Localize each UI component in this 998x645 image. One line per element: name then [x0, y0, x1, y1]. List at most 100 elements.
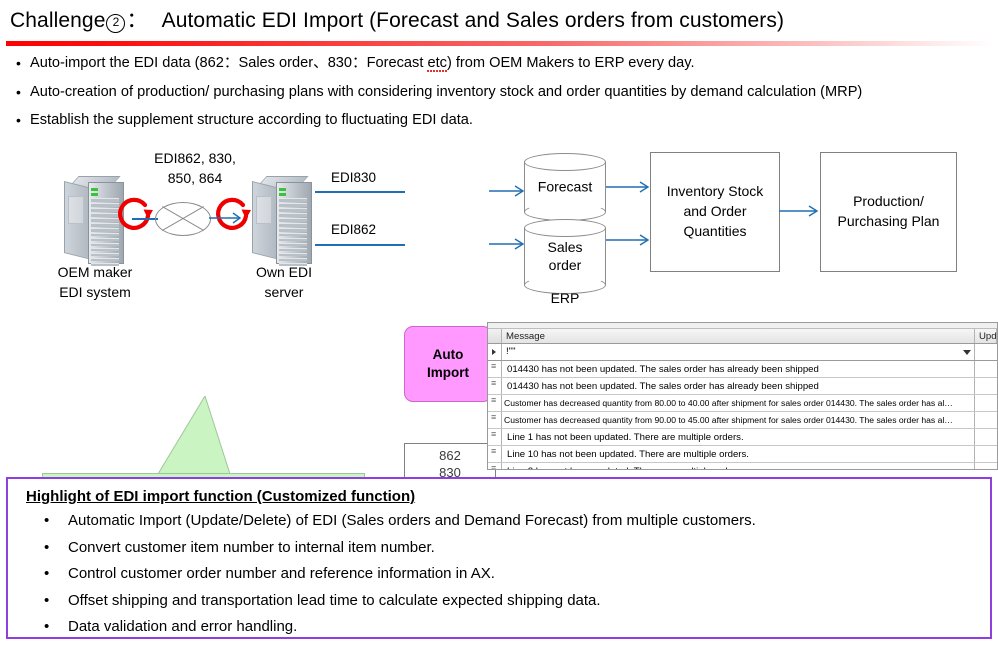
inventory-box-line2: and Order — [683, 203, 747, 220]
list-item: • Automatic Import (Update/Delete) of ED… — [36, 512, 976, 530]
flow-line-edi830 — [315, 191, 405, 193]
grid-filter-input[interactable]: !"" — [502, 344, 975, 360]
highlight-list: • Automatic Import (Update/Delete) of ED… — [36, 512, 976, 645]
forecast-label: Forecast — [537, 178, 593, 195]
production-purchasing-plan-box[interactable]: Production/ Purchasing Plan — [820, 152, 957, 272]
grid-header-selector[interactable] — [488, 329, 502, 343]
sync-loop-icon-left — [118, 197, 153, 230]
table-row[interactable]: ≡ Customer has decreased quantity from 8… — [488, 395, 997, 412]
auto-import-line2: Import — [427, 365, 469, 380]
oem-server-label-line2: EDI system — [59, 284, 131, 301]
transport-label-line1: EDI862, 830, — [154, 150, 236, 166]
table-row[interactable]: ≡ Line 1 has not been updated. There are… — [488, 429, 997, 446]
auto-import-line1: Auto — [432, 346, 464, 362]
highlight-item-text: Automatic Import (Update/Delete) of EDI … — [68, 512, 756, 529]
plan-box-line2: Purchasing Plan — [837, 213, 940, 229]
title-main: Automatic EDI Import (Forecast and Sales… — [161, 9, 785, 32]
row-upd — [975, 395, 997, 411]
list-item: • Control customer order number and refe… — [36, 565, 976, 583]
edi862-label: EDI862 — [331, 222, 377, 237]
bullet-text: Establish the supplement structure accor… — [30, 112, 473, 129]
table-row[interactable]: ≡ Line 2 has not been updated. There are… — [488, 463, 997, 469]
own-server-label-line1: Own EDI — [255, 264, 312, 280]
bullet-dot-icon: • — [44, 565, 50, 582]
grid-header-message[interactable]: Message — [502, 329, 975, 343]
table-row[interactable]: ≡ 014430 has not been updated. The sales… — [488, 378, 997, 395]
highlight-item-text: Offset shipping and transportation lead … — [68, 591, 601, 609]
inventory-box-line1: Inventory Stock — [666, 183, 764, 200]
erp-label: ERP — [550, 290, 580, 306]
row-message: Customer has decreased quantity from 80.… — [502, 395, 975, 411]
transport-label: EDI862, 830, 850, 864 — [130, 148, 260, 189]
row-marker-icon[interactable]: ≡ — [488, 378, 502, 394]
row-upd — [975, 463, 997, 469]
grid-filter-row[interactable]: !"" — [488, 344, 997, 361]
grid-header-row: Message Upd — [488, 329, 997, 344]
list-item: • Establish the supplement structure acc… — [10, 111, 990, 129]
own-server-label-line2: server — [264, 284, 304, 301]
sales-order-database-icon: Sales order — [524, 219, 606, 294]
callout-tail-shape — [157, 396, 230, 474]
row-message: Line 10 has not been updated. There are … — [502, 446, 975, 462]
list-item: • Auto-creation of production/ purchasin… — [10, 83, 990, 101]
row-message: Customer has decreased quantity from 90.… — [502, 412, 975, 428]
highlight-title: Highlight of EDI import function (Custom… — [26, 488, 416, 505]
row-message: 014430 has not been updated. The sales o… — [502, 361, 975, 377]
bullet-dot-icon: • — [44, 591, 50, 609]
list-item: • Offset shipping and transportation lea… — [36, 592, 976, 610]
flow-arrow-salesorder-to-inventory — [606, 234, 650, 246]
row-message: 014430 has not been updated. The sales o… — [502, 378, 975, 394]
list-item[interactable]: 862 — [405, 448, 495, 465]
table-row[interactable]: ≡ 014430 has not been updated. The sales… — [488, 361, 997, 378]
highlight-item-text: Convert customer item number to internal… — [68, 538, 435, 556]
oem-server-label: OEM maker EDI system — [35, 262, 155, 303]
sales-order-line2: order — [548, 257, 582, 274]
grid-filter-row-marker — [488, 344, 502, 360]
own-edi-server-icon — [252, 176, 314, 267]
highlight-item-text: Control customer order number and refere… — [68, 565, 495, 582]
row-marker-icon[interactable]: ≡ — [488, 412, 502, 428]
caret-right-icon — [492, 349, 496, 355]
bullet-text: Auto-creation of production/ purchasing … — [30, 83, 863, 100]
list-item: • Data validation and error handling. — [36, 618, 976, 636]
bullet-text-pre: Auto-import the EDI data (862：Sales orde… — [30, 55, 428, 71]
edi-code-selected[interactable]: 862 — [439, 448, 461, 463]
row-upd — [975, 361, 997, 377]
row-marker-icon[interactable]: ≡ — [488, 446, 502, 462]
list-item: • Convert customer item number to intern… — [36, 539, 976, 557]
chevron-down-icon[interactable] — [963, 350, 971, 355]
flow-arrow-forecast-to-inventory — [606, 181, 650, 193]
bullet-dot-icon: • — [44, 538, 50, 556]
row-marker-icon[interactable]: ≡ — [488, 395, 502, 411]
row-marker-icon[interactable]: ≡ — [488, 463, 502, 469]
table-row[interactable]: ≡ Customer has decreased quantity from 9… — [488, 412, 997, 429]
title-underline-rule — [6, 41, 992, 46]
list-item: • Auto-import the EDI data (862：Sales or… — [10, 54, 990, 72]
grid-header-upd[interactable]: Upd — [975, 329, 997, 343]
bullet-text-post: ) from OEM Makers to ERP every day. — [446, 55, 695, 71]
message-grid[interactable]: Message Upd !"" ≡ 014430 has not been up… — [487, 322, 998, 470]
bullet-dot-icon: • — [44, 512, 50, 529]
flow-arrow-import-to-forecast — [489, 185, 525, 197]
grid-filter-upd-cell[interactable] — [975, 344, 997, 360]
slide-root: Challenge 2： Automatic EDI Import (Forecas… — [0, 0, 998, 645]
title-prefix: Challenge — [10, 9, 106, 32]
page-title: Challenge 2： Automatic EDI Import (Forecas… — [10, 4, 784, 34]
bullet-dot-icon: • — [16, 112, 21, 129]
row-marker-icon[interactable]: ≡ — [488, 429, 502, 445]
auto-import-process-box[interactable]: Auto Import — [404, 326, 492, 402]
row-upd — [975, 446, 997, 462]
bullet-dot-icon: • — [44, 618, 50, 635]
row-marker-icon[interactable]: ≡ — [488, 361, 502, 377]
row-upd — [975, 378, 997, 394]
sales-order-label: Sales order — [524, 238, 606, 276]
intro-bullet-list: • Auto-import the EDI data (862：Sales or… — [10, 54, 990, 140]
transport-label-line2: 850, 864 — [167, 170, 223, 187]
inventory-stock-box[interactable]: Inventory Stock and Order Quantities — [650, 152, 780, 272]
forecast-database-icon: Forecast — [524, 153, 606, 221]
flow-arrow-switch-to-own — [209, 212, 242, 224]
table-row[interactable]: ≡ Line 10 has not been updated. There ar… — [488, 446, 997, 463]
row-message: Line 2 has not been updated. There are m… — [502, 463, 975, 469]
bullet-text-squiggle: etc — [427, 55, 447, 71]
bullet-dot-icon: • — [16, 55, 21, 71]
